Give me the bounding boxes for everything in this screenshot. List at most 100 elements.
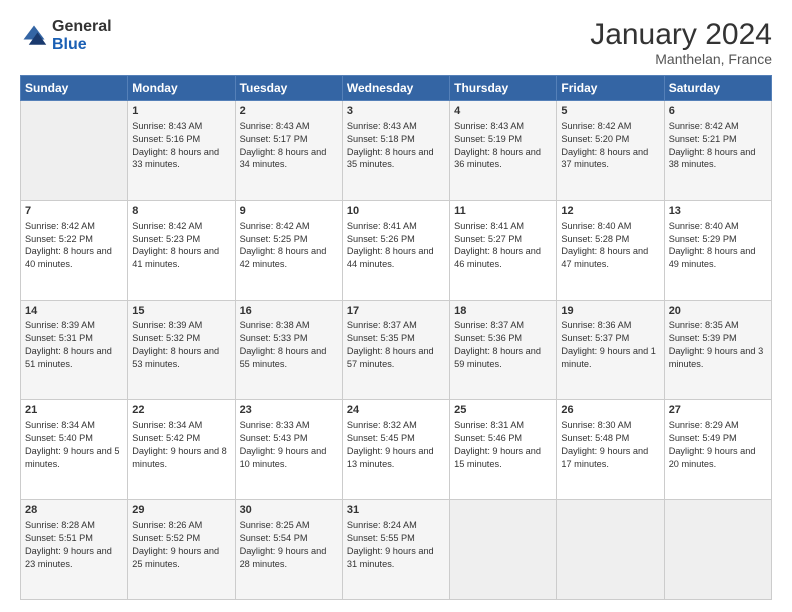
calendar-day-cell: 11Sunrise: 8:41 AMSunset: 5:27 PMDayligh… xyxy=(450,200,557,300)
day-number: 10 xyxy=(347,204,445,219)
calendar-day-cell: 16Sunrise: 8:38 AMSunset: 5:33 PMDayligh… xyxy=(235,300,342,400)
day-info: Sunrise: 8:34 AMSunset: 5:40 PMDaylight:… xyxy=(25,419,123,471)
day-number: 20 xyxy=(669,304,767,319)
page: General Blue January 2024 Manthelan, Fra… xyxy=(0,0,792,612)
day-number: 9 xyxy=(240,204,338,219)
calendar-day-cell: 10Sunrise: 8:41 AMSunset: 5:26 PMDayligh… xyxy=(342,200,449,300)
calendar-header-tuesday: Tuesday xyxy=(235,76,342,101)
calendar-day-cell: 1Sunrise: 8:43 AMSunset: 5:16 PMDaylight… xyxy=(128,101,235,201)
logo-text: General Blue xyxy=(52,18,112,53)
calendar-day-cell: 27Sunrise: 8:29 AMSunset: 5:49 PMDayligh… xyxy=(664,400,771,500)
calendar-day-cell: 6Sunrise: 8:42 AMSunset: 5:21 PMDaylight… xyxy=(664,101,771,201)
day-info: Sunrise: 8:43 AMSunset: 5:17 PMDaylight:… xyxy=(240,120,338,172)
day-info: Sunrise: 8:24 AMSunset: 5:55 PMDaylight:… xyxy=(347,519,445,571)
day-number: 1 xyxy=(132,104,230,119)
day-number: 5 xyxy=(561,104,659,119)
day-info: Sunrise: 8:40 AMSunset: 5:29 PMDaylight:… xyxy=(669,220,767,272)
calendar-day-cell: 12Sunrise: 8:40 AMSunset: 5:28 PMDayligh… xyxy=(557,200,664,300)
calendar-day-cell: 14Sunrise: 8:39 AMSunset: 5:31 PMDayligh… xyxy=(21,300,128,400)
day-info: Sunrise: 8:32 AMSunset: 5:45 PMDaylight:… xyxy=(347,419,445,471)
day-info: Sunrise: 8:37 AMSunset: 5:36 PMDaylight:… xyxy=(454,319,552,371)
day-info: Sunrise: 8:37 AMSunset: 5:35 PMDaylight:… xyxy=(347,319,445,371)
calendar-day-cell: 13Sunrise: 8:40 AMSunset: 5:29 PMDayligh… xyxy=(664,200,771,300)
calendar-day-cell: 5Sunrise: 8:42 AMSunset: 5:20 PMDaylight… xyxy=(557,101,664,201)
calendar-week-row: 14Sunrise: 8:39 AMSunset: 5:31 PMDayligh… xyxy=(21,300,772,400)
calendar-header-row: SundayMondayTuesdayWednesdayThursdayFrid… xyxy=(21,76,772,101)
day-info: Sunrise: 8:39 AMSunset: 5:31 PMDaylight:… xyxy=(25,319,123,371)
calendar-week-row: 28Sunrise: 8:28 AMSunset: 5:51 PMDayligh… xyxy=(21,500,772,600)
calendar-day-cell: 20Sunrise: 8:35 AMSunset: 5:39 PMDayligh… xyxy=(664,300,771,400)
day-info: Sunrise: 8:40 AMSunset: 5:28 PMDaylight:… xyxy=(561,220,659,272)
day-info: Sunrise: 8:36 AMSunset: 5:37 PMDaylight:… xyxy=(561,319,659,371)
day-number: 21 xyxy=(25,403,123,418)
day-number: 31 xyxy=(347,503,445,518)
day-info: Sunrise: 8:42 AMSunset: 5:20 PMDaylight:… xyxy=(561,120,659,172)
day-info: Sunrise: 8:42 AMSunset: 5:21 PMDaylight:… xyxy=(669,120,767,172)
calendar-week-row: 21Sunrise: 8:34 AMSunset: 5:40 PMDayligh… xyxy=(21,400,772,500)
day-info: Sunrise: 8:26 AMSunset: 5:52 PMDaylight:… xyxy=(132,519,230,571)
day-number: 27 xyxy=(669,403,767,418)
logo-icon xyxy=(20,22,48,50)
calendar-day-cell: 30Sunrise: 8:25 AMSunset: 5:54 PMDayligh… xyxy=(235,500,342,600)
day-number: 29 xyxy=(132,503,230,518)
day-number: 16 xyxy=(240,304,338,319)
calendar-day-cell: 21Sunrise: 8:34 AMSunset: 5:40 PMDayligh… xyxy=(21,400,128,500)
day-info: Sunrise: 8:41 AMSunset: 5:27 PMDaylight:… xyxy=(454,220,552,272)
day-number: 26 xyxy=(561,403,659,418)
day-number: 17 xyxy=(347,304,445,319)
day-number: 8 xyxy=(132,204,230,219)
calendar-header-thursday: Thursday xyxy=(450,76,557,101)
calendar-header-sunday: Sunday xyxy=(21,76,128,101)
day-number: 4 xyxy=(454,104,552,119)
day-info: Sunrise: 8:42 AMSunset: 5:23 PMDaylight:… xyxy=(132,220,230,272)
day-info: Sunrise: 8:30 AMSunset: 5:48 PMDaylight:… xyxy=(561,419,659,471)
day-info: Sunrise: 8:34 AMSunset: 5:42 PMDaylight:… xyxy=(132,419,230,471)
day-info: Sunrise: 8:41 AMSunset: 5:26 PMDaylight:… xyxy=(347,220,445,272)
calendar-day-cell: 8Sunrise: 8:42 AMSunset: 5:23 PMDaylight… xyxy=(128,200,235,300)
day-info: Sunrise: 8:38 AMSunset: 5:33 PMDaylight:… xyxy=(240,319,338,371)
calendar-day-cell xyxy=(557,500,664,600)
logo: General Blue xyxy=(20,18,112,53)
calendar-day-cell: 29Sunrise: 8:26 AMSunset: 5:52 PMDayligh… xyxy=(128,500,235,600)
calendar-day-cell: 26Sunrise: 8:30 AMSunset: 5:48 PMDayligh… xyxy=(557,400,664,500)
day-number: 18 xyxy=(454,304,552,319)
calendar-header-monday: Monday xyxy=(128,76,235,101)
calendar-day-cell: 28Sunrise: 8:28 AMSunset: 5:51 PMDayligh… xyxy=(21,500,128,600)
calendar-table: SundayMondayTuesdayWednesdayThursdayFrid… xyxy=(20,75,772,600)
day-info: Sunrise: 8:29 AMSunset: 5:49 PMDaylight:… xyxy=(669,419,767,471)
day-info: Sunrise: 8:25 AMSunset: 5:54 PMDaylight:… xyxy=(240,519,338,571)
day-number: 2 xyxy=(240,104,338,119)
calendar-day-cell: 9Sunrise: 8:42 AMSunset: 5:25 PMDaylight… xyxy=(235,200,342,300)
calendar-week-row: 7Sunrise: 8:42 AMSunset: 5:22 PMDaylight… xyxy=(21,200,772,300)
day-number: 14 xyxy=(25,304,123,319)
day-number: 15 xyxy=(132,304,230,319)
day-number: 6 xyxy=(669,104,767,119)
calendar-day-cell: 23Sunrise: 8:33 AMSunset: 5:43 PMDayligh… xyxy=(235,400,342,500)
logo-general: General xyxy=(52,18,112,35)
subtitle: Manthelan, France xyxy=(590,51,772,67)
day-info: Sunrise: 8:42 AMSunset: 5:25 PMDaylight:… xyxy=(240,220,338,272)
day-info: Sunrise: 8:43 AMSunset: 5:18 PMDaylight:… xyxy=(347,120,445,172)
header: General Blue January 2024 Manthelan, Fra… xyxy=(20,18,772,67)
day-info: Sunrise: 8:43 AMSunset: 5:19 PMDaylight:… xyxy=(454,120,552,172)
day-number: 3 xyxy=(347,104,445,119)
day-info: Sunrise: 8:28 AMSunset: 5:51 PMDaylight:… xyxy=(25,519,123,571)
calendar-day-cell: 4Sunrise: 8:43 AMSunset: 5:19 PMDaylight… xyxy=(450,101,557,201)
day-info: Sunrise: 8:39 AMSunset: 5:32 PMDaylight:… xyxy=(132,319,230,371)
day-number: 22 xyxy=(132,403,230,418)
calendar-day-cell xyxy=(21,101,128,201)
calendar-header-saturday: Saturday xyxy=(664,76,771,101)
day-info: Sunrise: 8:42 AMSunset: 5:22 PMDaylight:… xyxy=(25,220,123,272)
day-number: 25 xyxy=(454,403,552,418)
calendar-header-wednesday: Wednesday xyxy=(342,76,449,101)
day-number: 11 xyxy=(454,204,552,219)
calendar-day-cell: 18Sunrise: 8:37 AMSunset: 5:36 PMDayligh… xyxy=(450,300,557,400)
day-number: 7 xyxy=(25,204,123,219)
logo-blue: Blue xyxy=(52,36,87,53)
day-info: Sunrise: 8:43 AMSunset: 5:16 PMDaylight:… xyxy=(132,120,230,172)
calendar-day-cell: 2Sunrise: 8:43 AMSunset: 5:17 PMDaylight… xyxy=(235,101,342,201)
day-info: Sunrise: 8:31 AMSunset: 5:46 PMDaylight:… xyxy=(454,419,552,471)
day-info: Sunrise: 8:33 AMSunset: 5:43 PMDaylight:… xyxy=(240,419,338,471)
title-block: January 2024 Manthelan, France xyxy=(590,18,772,67)
calendar-day-cell: 15Sunrise: 8:39 AMSunset: 5:32 PMDayligh… xyxy=(128,300,235,400)
